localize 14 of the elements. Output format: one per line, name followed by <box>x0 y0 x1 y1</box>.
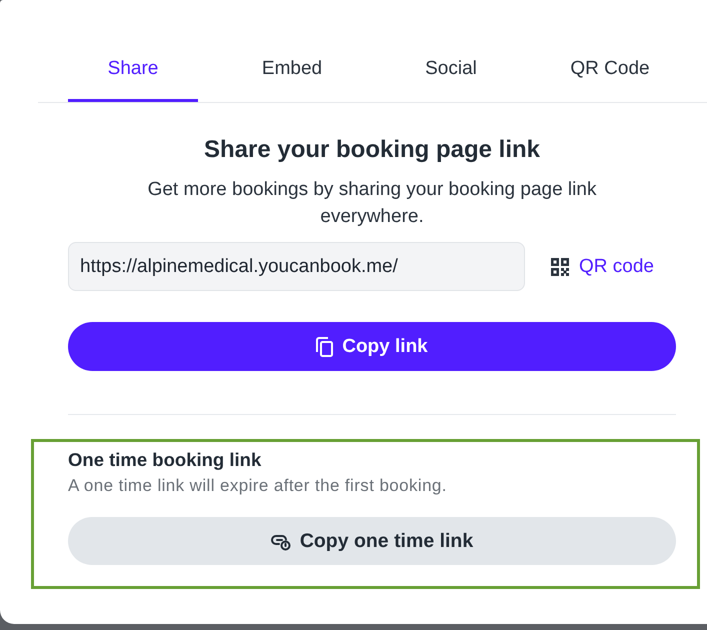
tab[interactable]: QR Code <box>545 35 675 102</box>
section-title: Share your booking page link <box>204 136 540 164</box>
copy-link-button[interactable]: Copy link <box>68 322 676 371</box>
qr-code-link[interactable]: QR code <box>551 256 654 278</box>
one-time-link-title: One time booking link <box>68 449 262 471</box>
one-time-link-description: A one time link will expire after the first booking. <box>68 476 448 496</box>
section-description: Get more bookings by sharing your booking page link everywhere. <box>146 178 598 229</box>
tab[interactable]: Share <box>68 35 198 102</box>
link-field[interactable]: https://alpinemedical.youcanbook.me/ <box>68 242 525 291</box>
qr-code-icon <box>551 258 569 276</box>
tab[interactable]: Embed <box>227 35 357 102</box>
tab[interactable]: Social <box>386 35 516 102</box>
copy-icon <box>316 336 334 356</box>
copy-one-time-link-button[interactable]: Copy one time link <box>68 517 676 565</box>
